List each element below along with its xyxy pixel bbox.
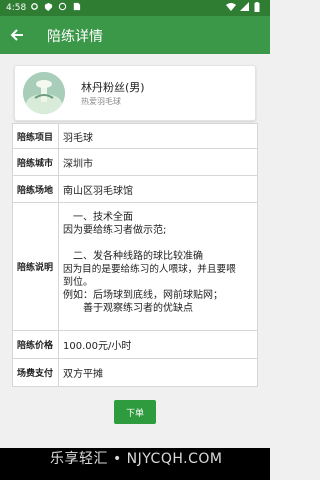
profile-subtitle: 热爱羽毛球	[81, 97, 121, 106]
detail-value: 深圳市	[63, 158, 93, 170]
battery-icon	[254, 2, 264, 12]
page-title: 陪练详情	[47, 29, 103, 45]
arrow-left-icon	[10, 29, 23, 41]
order-button[interactable]: 下单	[114, 400, 156, 424]
detail-row-price: 陪练价格 100.00元/小时	[13, 331, 257, 359]
status-time: 4:58	[6, 3, 27, 13]
detail-row-city: 陪练城市 深圳市	[13, 149, 257, 176]
profile-name: 林丹粉丝(男)	[81, 81, 145, 94]
description-line: 因为要给练习者做示范;	[63, 225, 167, 236]
detail-label: 陪练说明	[13, 203, 59, 330]
signal-icon	[240, 2, 250, 12]
detail-label: 陪练场地	[13, 176, 59, 202]
detail-row-payment: 场费支付 双方平摊	[13, 359, 257, 386]
detail-label: 陪练城市	[13, 149, 59, 175]
shield-icon	[44, 2, 54, 12]
sd-card-icon	[72, 2, 82, 12]
description-line: 到位。	[63, 277, 93, 288]
detail-label: 场费支付	[13, 359, 59, 386]
status-bar: 4:58	[0, 0, 270, 16]
description-line: 一、技术全面	[73, 212, 133, 223]
description-line: 善于观察练习者的优缺点	[63, 303, 193, 314]
description-text: 一、技术全面 因为要给练习者做示范; 二、发各种线路的球比较准确 因为目的是要给…	[63, 211, 253, 315]
detail-label: 陪练项目	[13, 124, 59, 148]
detail-table: 陪练项目 羽毛球 陪练城市 深圳市 陪练场地 南山区羽毛球馆 陪练说明 一、技术…	[12, 123, 258, 387]
detail-row-project: 陪练项目 羽毛球	[13, 124, 257, 149]
description-line	[63, 237, 253, 250]
detail-label: 陪练价格	[13, 331, 59, 358]
app-bar: 陪练详情	[0, 16, 270, 54]
detail-row-description: 陪练说明 一、技术全面 因为要给练习者做示范; 二、发各种线路的球比较准确 因为…	[13, 203, 257, 331]
detail-row-venue: 陪练场地 南山区羽毛球馆	[13, 176, 257, 203]
wifi-icon	[226, 2, 236, 12]
detail-value: 100.00元/小时	[63, 341, 132, 352]
description-line: 例如：后场球到底线，网前球贴网；	[63, 290, 223, 301]
profile-card[interactable]: 林丹粉丝(男) 热爱羽毛球	[14, 65, 256, 121]
description-line: 因为目的是要给练习的人喂球，并且要喂	[63, 264, 236, 275]
watermark-text: 乐享轻汇 • NJYCQH.COM	[50, 451, 223, 467]
avatar	[23, 72, 65, 114]
back-button[interactable]	[6, 24, 28, 46]
detail-value: 南山区羽毛球馆	[63, 185, 133, 197]
description-line: 二、发各种线路的球比较准确	[73, 251, 203, 262]
detail-value: 双方平摊	[63, 369, 103, 380]
sync-icon	[58, 2, 68, 12]
detail-value: 羽毛球	[63, 132, 93, 144]
settings-icon	[30, 2, 40, 12]
